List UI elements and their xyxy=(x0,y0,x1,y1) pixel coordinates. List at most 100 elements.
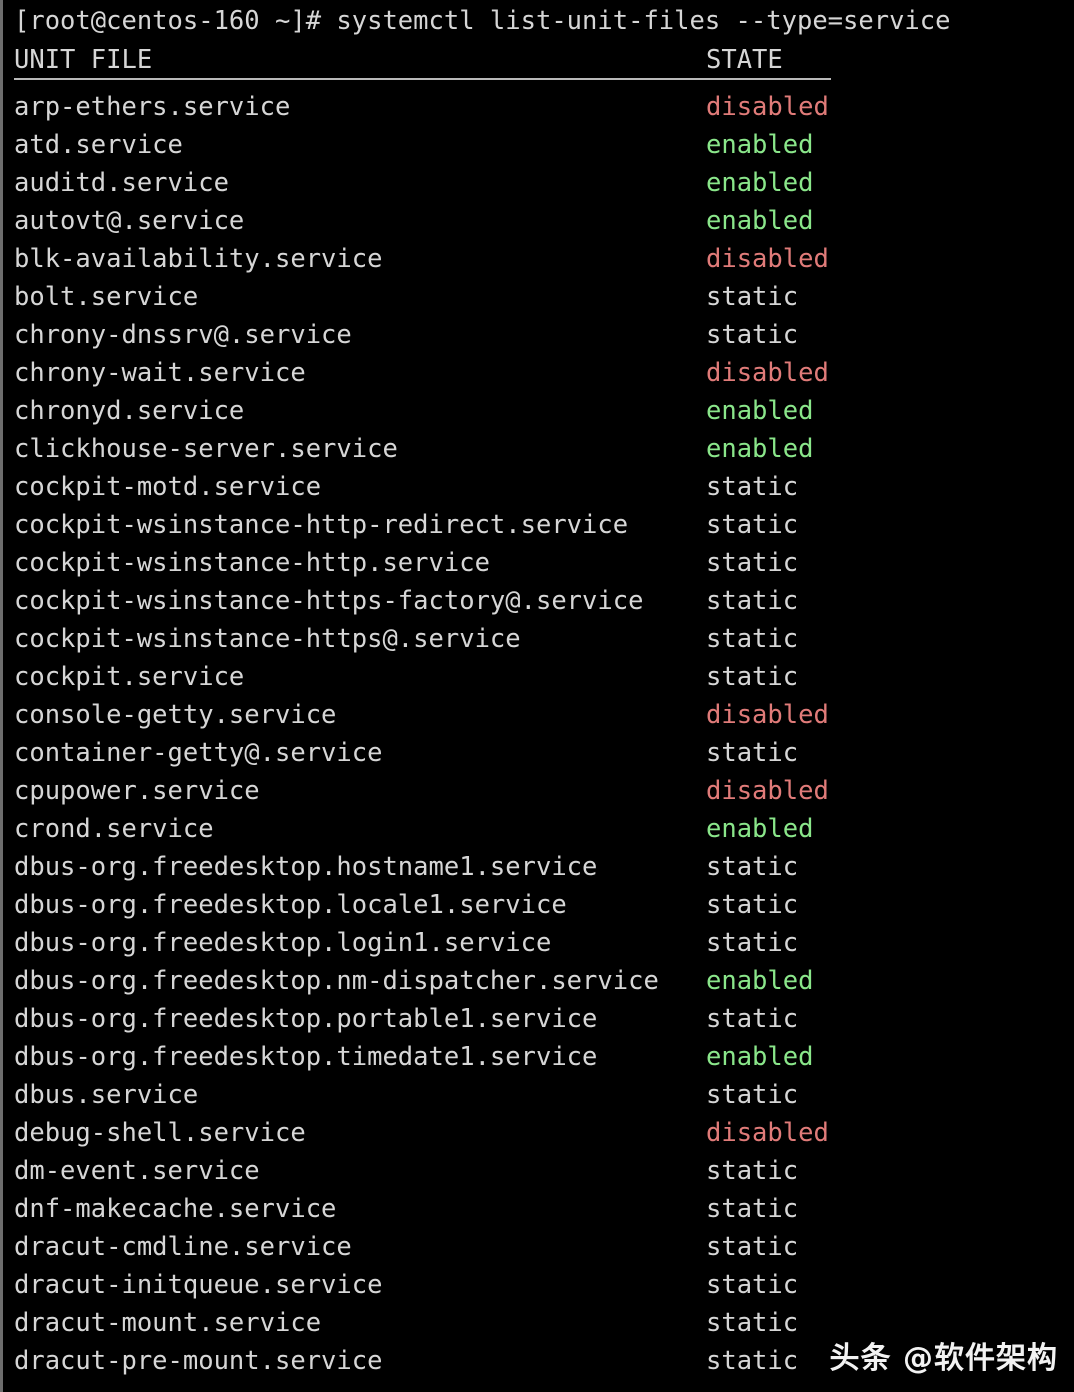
unit-file-name: blk-availability.service xyxy=(14,244,383,274)
table-row: chronyd.service enabled xyxy=(14,392,1074,430)
column-header-state: STATE xyxy=(706,45,783,75)
table-row: dbus-org.freedesktop.nm-dispatcher.servi… xyxy=(14,962,1074,1000)
unit-file-name: dbus.service xyxy=(14,1080,199,1110)
unit-file-name: cockpit-wsinstance-https@.service xyxy=(14,624,521,654)
unit-state-badge: disabled xyxy=(706,1118,829,1148)
table-row: container-getty@.service static xyxy=(14,734,1074,772)
unit-file-name: chrony-wait.service xyxy=(14,358,306,388)
unit-state-badge: enabled xyxy=(706,814,814,844)
unit-state-badge: enabled xyxy=(706,168,814,198)
unit-file-name: dracut-pre-mount.service xyxy=(14,1346,383,1376)
unit-file-name: cockpit-wsinstance-https-factory@.servic… xyxy=(14,586,644,616)
unit-state-badge: enabled xyxy=(706,396,814,426)
unit-state-badge: static xyxy=(706,738,799,768)
table-row: blk-availability.service disabled xyxy=(14,240,1074,278)
unit-state-badge: enabled xyxy=(706,206,814,236)
table-row: auditd.service enabled xyxy=(14,164,1074,202)
table-row: chrony-dnssrv@.service static xyxy=(14,316,1074,354)
unit-state-badge: static xyxy=(706,282,799,312)
unit-state-badge: static xyxy=(706,928,799,958)
table-row: cockpit-wsinstance-https@.service static xyxy=(14,620,1074,658)
unit-file-name: auditd.service xyxy=(14,168,229,198)
unit-state-badge: static xyxy=(706,1194,799,1224)
unit-file-list: arp-ethers.service disabled atd.service ena… xyxy=(14,88,1074,1380)
unit-file-name: cockpit-motd.service xyxy=(14,472,322,502)
unit-file-name: dbus-org.freedesktop.portable1.service xyxy=(14,1004,598,1034)
terminal-window[interactable]: [root@centos-160 ~]# systemctl list-unit… xyxy=(0,0,1074,1392)
table-row: cockpit-motd.service static xyxy=(14,468,1074,506)
unit-state-badge: static xyxy=(706,586,799,616)
table-row: console-getty.service disabled xyxy=(14,696,1074,734)
table-row: dm-event.service static xyxy=(14,1152,1074,1190)
table-header-row: UNIT FILE STATE xyxy=(14,40,1074,80)
unit-file-name: container-getty@.service xyxy=(14,738,383,768)
unit-file-name: cpupower.service xyxy=(14,776,260,806)
unit-file-name: cockpit-wsinstance-http-redirect.service xyxy=(14,510,629,540)
table-row: atd.service enabled xyxy=(14,126,1074,164)
unit-state-badge: static xyxy=(706,1346,799,1376)
table-row: dnf-makecache.service static xyxy=(14,1190,1074,1228)
unit-file-name: debug-shell.service xyxy=(14,1118,306,1148)
unit-file-name: dnf-makecache.service xyxy=(14,1194,337,1224)
table-row: dbus-org.freedesktop.portable1.service st… xyxy=(14,1000,1074,1038)
table-row: bolt.service static xyxy=(14,278,1074,316)
unit-file-name: autovt@.service xyxy=(14,206,245,236)
unit-state-badge: static xyxy=(706,624,799,654)
table-row: dracut-cmdline.service static xyxy=(14,1228,1074,1266)
table-row: dracut-initqueue.service static xyxy=(14,1266,1074,1304)
unit-file-name: crond.service xyxy=(14,814,214,844)
table-row: dbus-org.freedesktop.timedate1.service en… xyxy=(14,1038,1074,1076)
unit-file-name: arp-ethers.service xyxy=(14,92,291,122)
table-row: clickhouse-server.service enabled xyxy=(14,430,1074,468)
unit-state-badge: static xyxy=(706,1004,799,1034)
table-row: cpupower.service disabled xyxy=(14,772,1074,810)
table-row: dbus-org.freedesktop.hostname1.service st… xyxy=(14,848,1074,886)
table-row: dbus-org.freedesktop.login1.service stati… xyxy=(14,924,1074,962)
unit-file-name: atd.service xyxy=(14,130,183,160)
unit-file-name: dbus-org.freedesktop.login1.service xyxy=(14,928,552,958)
table-row: chrony-wait.service disabled xyxy=(14,354,1074,392)
table-row: arp-ethers.service disabled xyxy=(14,88,1074,126)
unit-file-name: dracut-mount.service xyxy=(14,1308,322,1338)
table-row: dbus-org.freedesktop.locale1.service stat… xyxy=(14,886,1074,924)
unit-state-badge: enabled xyxy=(706,130,814,160)
unit-file-name: dbus-org.freedesktop.timedate1.service xyxy=(14,1042,598,1072)
table-row: autovt@.service enabled xyxy=(14,202,1074,240)
unit-state-badge: disabled xyxy=(706,776,829,806)
table-row: cockpit.service static xyxy=(14,658,1074,696)
unit-state-badge: static xyxy=(706,548,799,578)
unit-state-badge: static xyxy=(706,890,799,920)
table-row: cockpit-wsinstance-https-factory@.servic… xyxy=(14,582,1074,620)
unit-file-name: dracut-cmdline.service xyxy=(14,1232,352,1262)
unit-file-name: bolt.service xyxy=(14,282,199,312)
watermark: 头条 @软件架构 xyxy=(829,1341,1058,1376)
unit-file-name: dbus-org.freedesktop.nm-dispatcher.servi… xyxy=(14,966,659,996)
table-row: dbus.service static xyxy=(14,1076,1074,1114)
unit-state-badge: static xyxy=(706,1156,799,1186)
unit-state-badge: enabled xyxy=(706,1042,814,1072)
table-row: cockpit-wsinstance-http.service static xyxy=(14,544,1074,582)
unit-file-name: console-getty.service xyxy=(14,700,337,730)
unit-state-badge: disabled xyxy=(706,700,829,730)
unit-file-name: dracut-initqueue.service xyxy=(14,1270,383,1300)
unit-file-name: dbus-org.freedesktop.locale1.service xyxy=(14,890,567,920)
table-row: crond.service enabled xyxy=(14,810,1074,848)
header-rule xyxy=(14,78,831,80)
unit-state-badge: static xyxy=(706,1270,799,1300)
unit-file-name: chronyd.service xyxy=(14,396,245,426)
unit-state-badge: static xyxy=(706,510,799,540)
unit-state-badge: static xyxy=(706,852,799,882)
unit-file-name: dm-event.service xyxy=(14,1156,260,1186)
unit-state-badge: static xyxy=(706,320,799,350)
unit-file-name: dbus-org.freedesktop.hostname1.service xyxy=(14,852,598,882)
unit-state-badge: static xyxy=(706,1308,799,1338)
unit-file-name: clickhouse-server.service xyxy=(14,434,398,464)
unit-state-badge: static xyxy=(706,1232,799,1262)
unit-state-badge: disabled xyxy=(706,92,829,122)
table-row: debug-shell.service disabled xyxy=(14,1114,1074,1152)
unit-file-name: cockpit.service xyxy=(14,662,245,692)
table-row: dracut-mount.service static xyxy=(14,1304,1074,1342)
column-header-unit-file: UNIT FILE xyxy=(14,45,153,75)
unit-state-badge: static xyxy=(706,472,799,502)
unit-file-name: chrony-dnssrv@.service xyxy=(14,320,352,350)
